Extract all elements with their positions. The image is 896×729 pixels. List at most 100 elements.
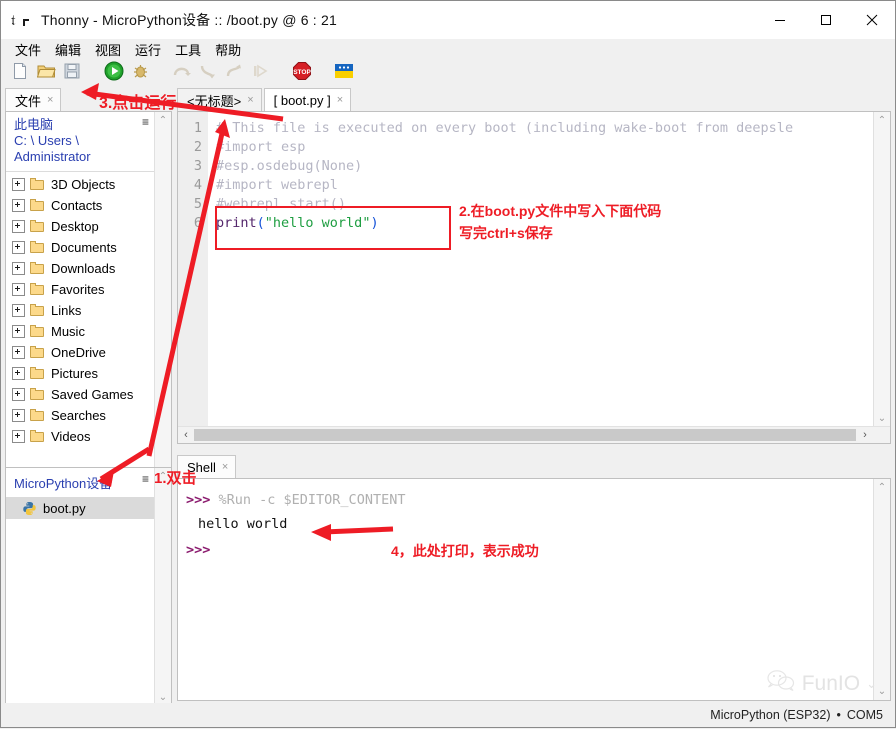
folder-icon — [30, 283, 45, 296]
tree-item-label: Videos — [51, 429, 91, 444]
tab-files-close-icon[interactable]: × — [47, 94, 53, 106]
toolbar-separator-3 — [275, 60, 287, 82]
shell-command: %Run -c $EDITOR_CONTENT — [210, 492, 405, 508]
expand-icon[interactable] — [12, 241, 25, 254]
close-button[interactable] — [849, 1, 895, 39]
tree-item-label: Contacts — [51, 198, 102, 213]
editor-panel: <无标题> × [ boot.py ] × 1 2 3 4 5 6 # This… — [177, 86, 891, 444]
folder-icon — [30, 220, 45, 233]
expand-icon[interactable] — [12, 283, 25, 296]
folder-icon — [30, 262, 45, 275]
tab-boot-py[interactable]: [ boot.py ] × — [264, 88, 352, 111]
editor-tab-strip: <无标题> × [ boot.py ] × — [177, 86, 891, 111]
tree-item-desktop[interactable]: Desktop — [6, 216, 171, 237]
tree-item-favorites[interactable]: Favorites — [6, 279, 171, 300]
device-vertical-scrollbar[interactable]: ⌃ ⌄ — [154, 468, 171, 706]
shell-tab-strip: Shell × — [177, 453, 891, 478]
expand-icon[interactable] — [12, 304, 25, 317]
tree-item-label: OneDrive — [51, 345, 106, 360]
tab-untitled[interactable]: <无标题> × — [177, 88, 262, 111]
run-icon[interactable] — [103, 60, 125, 82]
expand-icon[interactable] — [12, 346, 25, 359]
scroll-right-icon[interactable]: › — [857, 427, 873, 442]
shell-output-area[interactable]: >>> %Run -c $EDITOR_CONTENT hello world … — [177, 478, 891, 701]
editor-horizontal-scrollbar[interactable]: ‹ › — [178, 426, 890, 443]
window-controls — [757, 1, 895, 39]
folder-icon — [30, 388, 45, 401]
annotation-1: 1.双击 — [154, 467, 197, 488]
tab-untitled-label: <无标题> — [187, 91, 241, 110]
tab-shell-close-icon[interactable]: × — [222, 461, 228, 473]
expand-icon[interactable] — [12, 199, 25, 212]
expand-icon[interactable] — [12, 220, 25, 233]
tree-item-searches[interactable]: Searches — [6, 405, 171, 426]
tab-boot-py-close-icon[interactable]: × — [337, 94, 343, 106]
tree-item-documents[interactable]: Documents — [6, 237, 171, 258]
code-line-3: #esp.osdebug(None) — [216, 158, 362, 174]
scroll-down-icon[interactable]: ⌄ — [874, 410, 890, 427]
shell-vertical-scrollbar[interactable]: ⌃ ⌄ — [873, 479, 890, 700]
toolbar: STOP — [1, 57, 895, 85]
expand-icon[interactable] — [12, 325, 25, 338]
stop-icon[interactable]: STOP — [291, 60, 313, 82]
folder-icon — [30, 304, 45, 317]
watermark: FunIO ⌄ — [766, 669, 877, 699]
tree-item-music[interactable]: Music — [6, 321, 171, 342]
status-interpreter[interactable]: MicroPython (ESP32) — [710, 708, 830, 722]
scroll-up-icon[interactable]: ⌃ — [874, 479, 890, 496]
scroll-up-icon[interactable]: ⌃ — [874, 112, 890, 129]
editor-vertical-scrollbar[interactable]: ⌃ ⌄ — [873, 112, 890, 427]
save-icon[interactable] — [61, 60, 83, 82]
files-menu-icon[interactable]: ≡ — [142, 116, 149, 128]
expand-icon[interactable] — [12, 178, 25, 191]
tree-item-downloads[interactable]: Downloads — [6, 258, 171, 279]
svg-text:STOP: STOP — [293, 69, 311, 76]
shell-line-2: hello world — [186, 511, 873, 537]
line-number: 3 — [194, 158, 202, 174]
status-separator: • — [836, 708, 840, 722]
new-file-icon[interactable] — [9, 60, 31, 82]
shell-content[interactable]: >>> %Run -c $EDITOR_CONTENT hello world … — [178, 479, 873, 700]
annotation-3: 3.点击运行 — [99, 89, 176, 113]
folder-icon — [30, 430, 45, 443]
tree-item-contacts[interactable]: Contacts — [6, 195, 171, 216]
expand-icon[interactable] — [12, 430, 25, 443]
wechat-icon — [766, 669, 796, 699]
tree-item-videos[interactable]: Videos — [6, 426, 171, 447]
status-port[interactable]: COM5 — [847, 708, 883, 722]
files-tree: 3D Objects Contacts Desktop Documents — [6, 172, 171, 447]
code-line-2: #import esp — [216, 139, 305, 155]
expand-icon[interactable] — [12, 388, 25, 401]
minimize-button[interactable] — [757, 1, 803, 39]
folder-icon — [30, 325, 45, 338]
support-flag-icon[interactable] — [333, 60, 355, 82]
editor-text-area[interactable]: 1 2 3 4 5 6 # This file is executed on e… — [177, 111, 891, 444]
debug-icon[interactable] — [129, 60, 151, 82]
open-folder-icon[interactable] — [35, 60, 57, 82]
status-bar: MicroPython (ESP32) • COM5 — [1, 703, 895, 727]
device-panel-title-label: MicroPython设备 — [14, 476, 112, 491]
tree-item-label: Saved Games — [51, 387, 133, 402]
tree-item-label: Links — [51, 303, 81, 318]
editor-code[interactable]: # This file is executed on every boot (i… — [208, 112, 873, 443]
expand-icon[interactable] — [12, 409, 25, 422]
expand-icon[interactable] — [12, 262, 25, 275]
expand-icon[interactable] — [12, 367, 25, 380]
scroll-up-icon[interactable]: ⌃ — [155, 112, 171, 129]
tree-item-pictures[interactable]: Pictures — [6, 363, 171, 384]
tree-item-links[interactable]: Links — [6, 300, 171, 321]
hscroll-thumb[interactable] — [194, 429, 856, 441]
shell-prompt: >>> — [186, 492, 210, 508]
scroll-left-icon[interactable]: ‹ — [178, 427, 194, 442]
tab-untitled-close-icon[interactable]: × — [247, 94, 253, 106]
device-file-boot-py[interactable]: boot.py — [6, 497, 171, 519]
maximize-button[interactable] — [803, 1, 849, 39]
shell-line-1: >>> %Run -c $EDITOR_CONTENT — [186, 489, 873, 511]
tree-item-3d-objects[interactable]: 3D Objects — [6, 174, 171, 195]
tree-item-onedrive[interactable]: OneDrive — [6, 342, 171, 363]
tab-files[interactable]: 文件 × — [5, 88, 61, 111]
device-menu-icon[interactable]: ≡ — [142, 473, 149, 485]
tree-item-saved-games[interactable]: Saved Games — [6, 384, 171, 405]
annotation-4: 4，此处打印，表示成功 — [391, 541, 539, 561]
toolbar-separator-4 — [317, 60, 329, 82]
